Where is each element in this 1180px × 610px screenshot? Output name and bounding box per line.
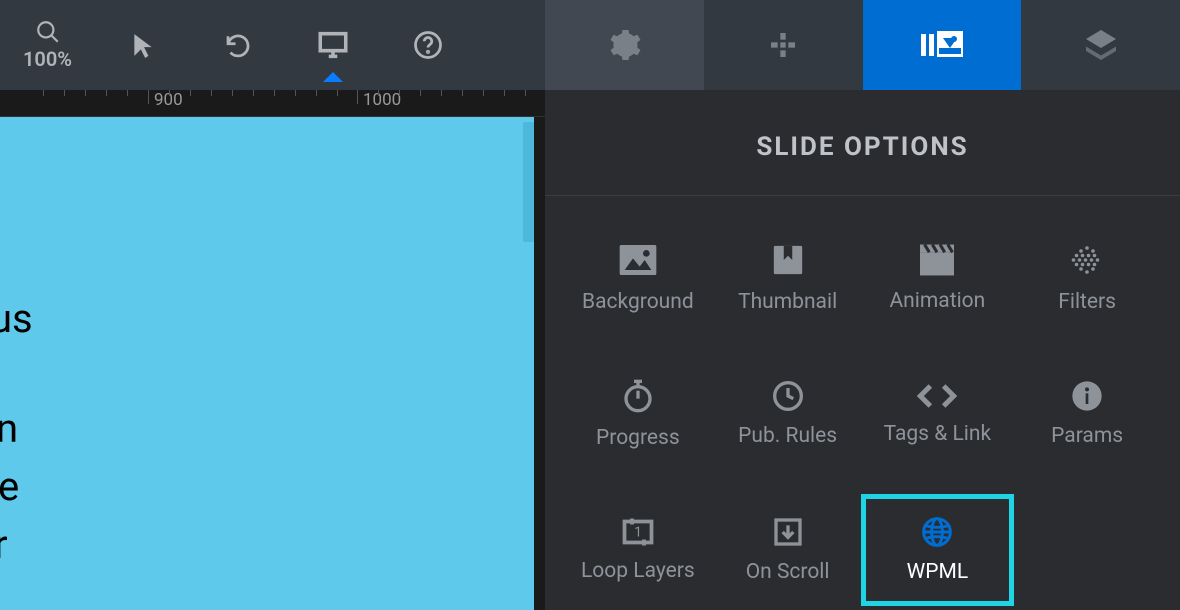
canvas[interactable]: us n e r: [0, 117, 545, 610]
ruler-label: 1000: [363, 90, 401, 110]
option-params[interactable]: Params: [1012, 360, 1162, 468]
option-wpml[interactable]: WPML: [863, 496, 1013, 604]
side-panel: SLIDE OPTIONS Background Thumbnail Anima…: [545, 90, 1180, 610]
tab-navigation[interactable]: [704, 0, 863, 90]
tab-settings[interactable]: [545, 0, 704, 90]
ruler-tick: [357, 90, 358, 104]
download-box-icon: [772, 516, 804, 548]
option-label: Thumbnail: [738, 290, 837, 314]
toolbar: 100%: [0, 0, 1180, 90]
option-progress[interactable]: Progress: [563, 360, 713, 468]
help-tool[interactable]: [380, 0, 475, 90]
toolbar-tabs: [545, 0, 1180, 90]
zoom-tool[interactable]: 100%: [0, 0, 95, 90]
dots-icon: [1069, 242, 1105, 278]
option-thumbnail[interactable]: Thumbnail: [713, 224, 863, 332]
option-label: Params: [1051, 424, 1123, 448]
help-icon: [413, 30, 443, 60]
slide-text-fragment[interactable]: n: [0, 399, 18, 459]
option-label: Pub. Rules: [738, 424, 837, 448]
option-tags-link[interactable]: Tags & Link: [863, 360, 1013, 468]
search-icon: [35, 19, 61, 45]
option-filters[interactable]: Filters: [1012, 224, 1162, 332]
slide-text-fragment[interactable]: r: [0, 515, 8, 575]
bookmark-icon: [771, 242, 805, 278]
option-label: Animation: [889, 289, 985, 313]
slide-scroll-handle[interactable]: [523, 122, 534, 242]
slide-preview[interactable]: us n e r: [0, 117, 534, 610]
desktop-icon: [316, 28, 350, 62]
ruler-tick: [148, 90, 149, 104]
code-icon: [917, 382, 957, 410]
option-pub-rules[interactable]: Pub. Rules: [713, 360, 863, 468]
slides-icon: [921, 27, 963, 63]
options-grid: Background Thumbnail Animation: [545, 196, 1180, 604]
undo-tool[interactable]: [190, 0, 285, 90]
option-label: WPML: [907, 560, 969, 584]
option-on-scroll[interactable]: On Scroll: [713, 496, 863, 604]
slide-text-fragment[interactable]: e: [0, 457, 19, 517]
stopwatch-icon: [622, 378, 654, 414]
cursor-icon: [130, 32, 156, 58]
gear-icon: [606, 27, 642, 63]
slide-text-fragment[interactable]: us: [0, 289, 33, 349]
toolbar-left: 100%: [0, 0, 545, 90]
loop-icon: 1: [620, 517, 656, 547]
ruler: 900 1000: [0, 90, 545, 117]
clock-icon: [772, 380, 804, 412]
undo-icon: [223, 30, 253, 60]
cursor-tool[interactable]: [95, 0, 190, 90]
option-label: Loop Layers: [581, 559, 695, 583]
option-loop-layers[interactable]: 1 Loop Layers: [563, 496, 713, 604]
tab-layers[interactable]: [1021, 0, 1180, 90]
info-icon: [1071, 380, 1103, 412]
image-icon: [618, 242, 658, 278]
zoom-label: 100%: [23, 47, 72, 71]
panel-title: SLIDE OPTIONS: [545, 90, 1180, 196]
option-label: On Scroll: [746, 560, 830, 584]
option-label: Background: [582, 290, 694, 314]
clapper-icon: [918, 243, 956, 277]
tab-slides[interactable]: [863, 0, 1022, 90]
option-label: Progress: [596, 426, 680, 450]
option-background[interactable]: Background: [563, 224, 713, 332]
layers-icon: [1083, 27, 1119, 63]
dpad-icon: [767, 29, 799, 61]
device-tool[interactable]: [285, 0, 380, 90]
option-animation[interactable]: Animation: [863, 224, 1013, 332]
globe-icon: [921, 516, 953, 548]
chevron-down-icon: [323, 72, 343, 82]
svg-text:1: 1: [634, 525, 642, 541]
option-label: Tags & Link: [884, 422, 992, 446]
option-label: Filters: [1058, 290, 1116, 314]
